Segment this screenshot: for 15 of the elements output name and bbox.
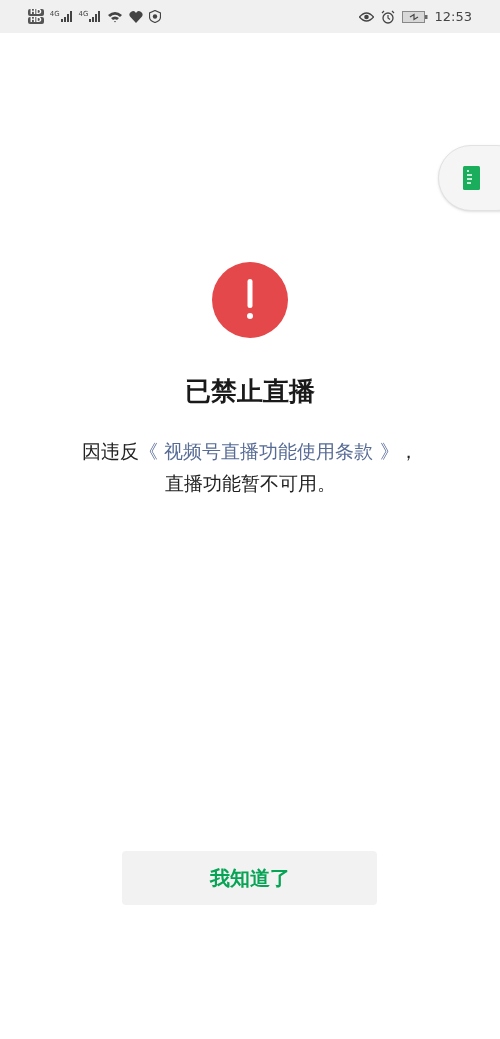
document-icon (463, 166, 480, 190)
alarm-icon (380, 9, 395, 24)
eye-icon (358, 11, 374, 22)
signal-icon (60, 11, 73, 22)
signal-icon (89, 11, 102, 22)
warning-icon (212, 262, 288, 338)
acknowledge-button[interactable]: 我知道了 (122, 851, 377, 905)
terms-link[interactable]: 《 视频号直播功能使用条款 》 (139, 440, 399, 462)
battery-icon (401, 10, 428, 23)
notice-message: 因违反《 视频号直播功能使用条款 》， 直播功能暂不可用。 (82, 439, 418, 496)
notice-title: 已禁止直播 (185, 375, 315, 408)
clock-time: 12:53 (434, 7, 472, 26)
wifi-icon (107, 10, 124, 23)
heart-icon (129, 10, 144, 23)
shield-icon (149, 10, 162, 23)
